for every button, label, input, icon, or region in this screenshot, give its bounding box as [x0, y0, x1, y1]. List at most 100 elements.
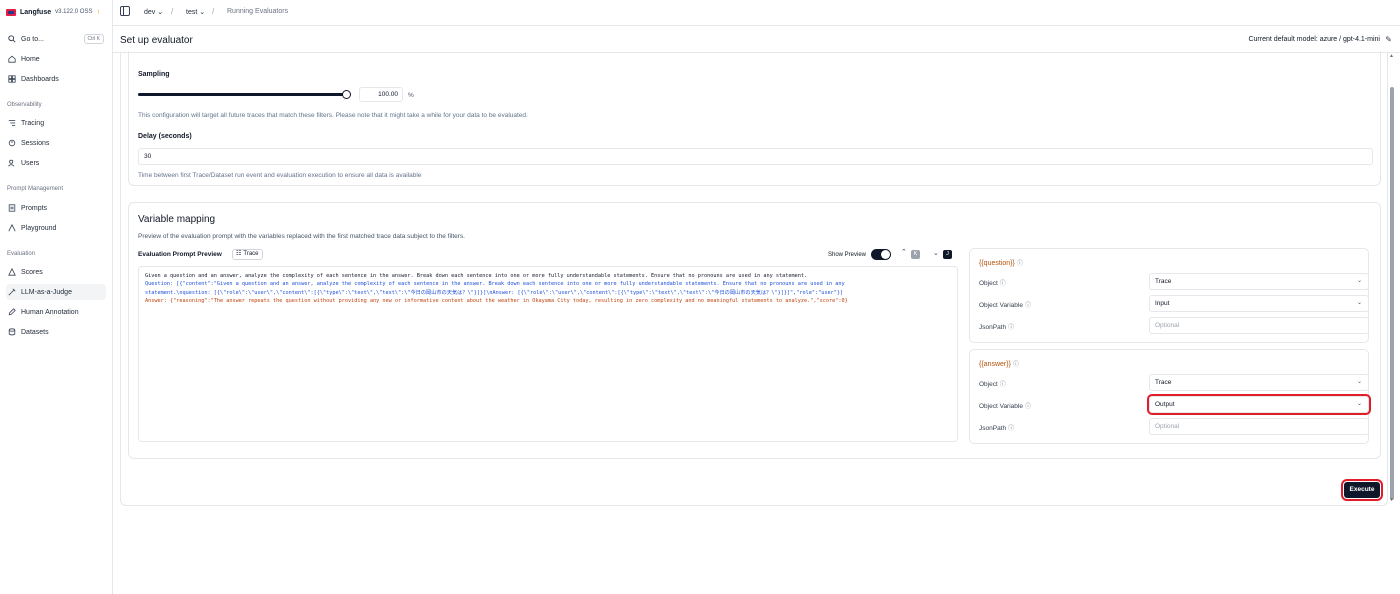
variable-mapping-description: Preview of the evaluation prompt with th…	[138, 233, 465, 240]
sidebar: Langfuse v3.122.0 OSS ↑ Go to... Ctrl K …	[0, 0, 113, 594]
chevron-down-icon[interactable]: ⌄	[933, 249, 939, 257]
chevron-down-icon: ⌄	[1356, 300, 1362, 306]
home-icon	[8, 55, 16, 63]
preview-line: statement.\nquestion: [{\"role\":\"user\…	[145, 289, 844, 296]
info-icon: ⓘ	[1024, 303, 1031, 309]
sidebar-item-playground[interactable]: Playground	[6, 220, 106, 236]
sidebar-item-label: LLM-as-a-Judge	[21, 288, 72, 296]
breadcrumb-separator: /	[212, 7, 215, 16]
dashboard-icon	[8, 75, 16, 83]
info-icon: ⓘ	[1008, 426, 1015, 432]
object-variable-label: Object Variable ⓘ	[979, 401, 1031, 410]
search-icon	[8, 35, 16, 43]
object-select-value: Trace	[1155, 379, 1172, 386]
sidebar-item-tracing[interactable]: Tracing	[6, 115, 106, 131]
evaluator-form-card: Sampling 100.00 % This configuration wil…	[120, 51, 1388, 506]
sidebar-item-goto[interactable]: Go to... Ctrl K	[6, 31, 106, 47]
object-select[interactable]: Trace ⌄	[1149, 273, 1369, 290]
info-icon: ⓘ	[1008, 325, 1015, 331]
sessions-icon	[8, 139, 16, 147]
langfuse-logo-icon	[6, 8, 16, 16]
shortcut-j-key: J	[943, 250, 952, 259]
breadcrumb-org[interactable]: dev ⌄	[144, 8, 163, 16]
sampling-slider-track[interactable]	[138, 93, 346, 96]
sidebar-item-llm-as-a-judge[interactable]: LLM-as-a-Judge	[6, 284, 106, 300]
sidebar-item-label: Datasets	[21, 328, 49, 336]
sidebar-item-users[interactable]: Users	[6, 155, 106, 171]
breadcrumb-project[interactable]: test ⌄	[186, 8, 205, 16]
users-icon	[8, 159, 16, 167]
jsonpath-input[interactable]: Optional	[1149, 418, 1369, 435]
sampling-unit: %	[408, 92, 414, 99]
sidebar-item-label: Tracing	[21, 119, 45, 127]
chevron-down-icon: ⌄	[157, 9, 164, 16]
jsonpath-label: JsonPath ⓘ	[979, 322, 1014, 331]
tracing-icon	[8, 119, 16, 127]
sampling-input[interactable]: 100.00	[359, 87, 403, 102]
scrollbar[interactable]: ▲ ▼	[1389, 53, 1395, 505]
object-label-text: Object	[979, 381, 998, 388]
preview-line: Given a question and an answer, analyze …	[145, 273, 808, 279]
breadcrumb-page[interactable]: Running Evaluators	[227, 8, 288, 15]
object-label-text: Object	[979, 280, 998, 287]
sidebar-item-label: Prompts	[21, 204, 48, 212]
sidebar-item-label: Dashboards	[21, 75, 59, 83]
preview-line: Question: [{"content":"Given a question …	[145, 281, 845, 288]
info-icon: ⓘ	[1024, 404, 1031, 410]
delay-input[interactable]: 30	[138, 148, 1373, 165]
edit-pencil-icon[interactable]: ✎	[1385, 35, 1392, 44]
sidebar-item-label: Human Annotation	[21, 308, 79, 316]
show-preview-label: Show Preview	[828, 252, 867, 258]
prompts-icon	[8, 204, 16, 212]
sampling-help: This configuration will target all futur…	[138, 112, 528, 119]
variable-mapping-card: Variable mapping Preview of the evaluati…	[128, 202, 1381, 459]
shortcut-k-key: K	[911, 250, 920, 259]
object-variable-select[interactable]: Input ⌄	[1149, 295, 1369, 312]
sidebar-item-datasets[interactable]: Datasets	[6, 324, 106, 340]
jsonpath-input[interactable]: Optional	[1149, 317, 1369, 334]
sidebar-item-label: Scores	[21, 268, 43, 276]
annotation-icon	[8, 308, 16, 316]
delay-label: Delay (seconds)	[138, 133, 192, 140]
default-model-label: Current default model: azure / gpt-4.1-m…	[1248, 36, 1380, 43]
trace-chip[interactable]: ☷ Trace	[232, 249, 263, 260]
page-title: Set up evaluator	[120, 35, 193, 46]
object-select-value: Trace	[1155, 278, 1172, 285]
section-prompt-management: Prompt Management	[7, 186, 64, 192]
sidebar-item-home[interactable]: Home	[6, 51, 106, 67]
sidebar-item-human-annotation[interactable]: Human Annotation	[6, 304, 106, 320]
update-arrow-icon[interactable]: ↑	[96, 9, 100, 16]
breadcrumb-project-label: test	[186, 9, 198, 16]
chevron-up-icon[interactable]: ⌃	[901, 248, 907, 256]
info-icon: ⓘ	[1012, 362, 1019, 368]
sampling-card: Sampling 100.00 % This configuration wil…	[128, 51, 1381, 186]
variable-name-text: {{answer}}	[979, 361, 1011, 368]
top-bar: dev ⌄ / test ⌄ / Running Evaluators	[113, 0, 1400, 25]
sidebar-item-sessions[interactable]: Sessions	[6, 135, 106, 151]
scrollbar-thumb[interactable]	[1390, 87, 1394, 500]
sidebar-item-prompts[interactable]: Prompts	[6, 200, 106, 216]
scroll-up-icon[interactable]: ▲	[1389, 53, 1394, 59]
object-select[interactable]: Trace ⌄	[1149, 374, 1369, 391]
sidebar-toggle-icon[interactable]	[120, 6, 130, 16]
sidebar-item-label: Home	[21, 55, 40, 63]
datasets-icon	[8, 328, 16, 336]
sidebar-item-scores[interactable]: Scores	[6, 264, 106, 280]
execute-button[interactable]: Execute	[1341, 479, 1383, 501]
jsonpath-label-text: JsonPath	[979, 324, 1007, 331]
brand[interactable]: Langfuse v3.122.0 OSS ↑	[6, 6, 100, 18]
sampling-slider-thumb[interactable]	[342, 90, 351, 99]
object-variable-label-text: Object Variable	[979, 302, 1023, 309]
breadcrumb-separator: /	[171, 7, 174, 16]
object-variable-select[interactable]: Output ⌄	[1147, 394, 1371, 415]
sidebar-item-dashboards[interactable]: Dashboards	[6, 71, 106, 87]
page-header: Set up evaluator Current default model: …	[113, 25, 1400, 53]
show-preview-toggle[interactable]	[871, 249, 891, 260]
object-variable-select-value: Input	[1155, 300, 1170, 307]
scroll-down-icon[interactable]: ▼	[1389, 497, 1394, 503]
prompt-preview-box: Given a question and an answer, analyze …	[138, 266, 958, 442]
variable-panel-question: {{question}} ⓘ Object ⓘ Trace ⌄ Object Vari…	[969, 248, 1369, 343]
brand-name: Langfuse	[20, 8, 52, 16]
section-observability: Observability	[7, 102, 42, 108]
object-variable-label: Object Variable ⓘ	[979, 300, 1031, 309]
